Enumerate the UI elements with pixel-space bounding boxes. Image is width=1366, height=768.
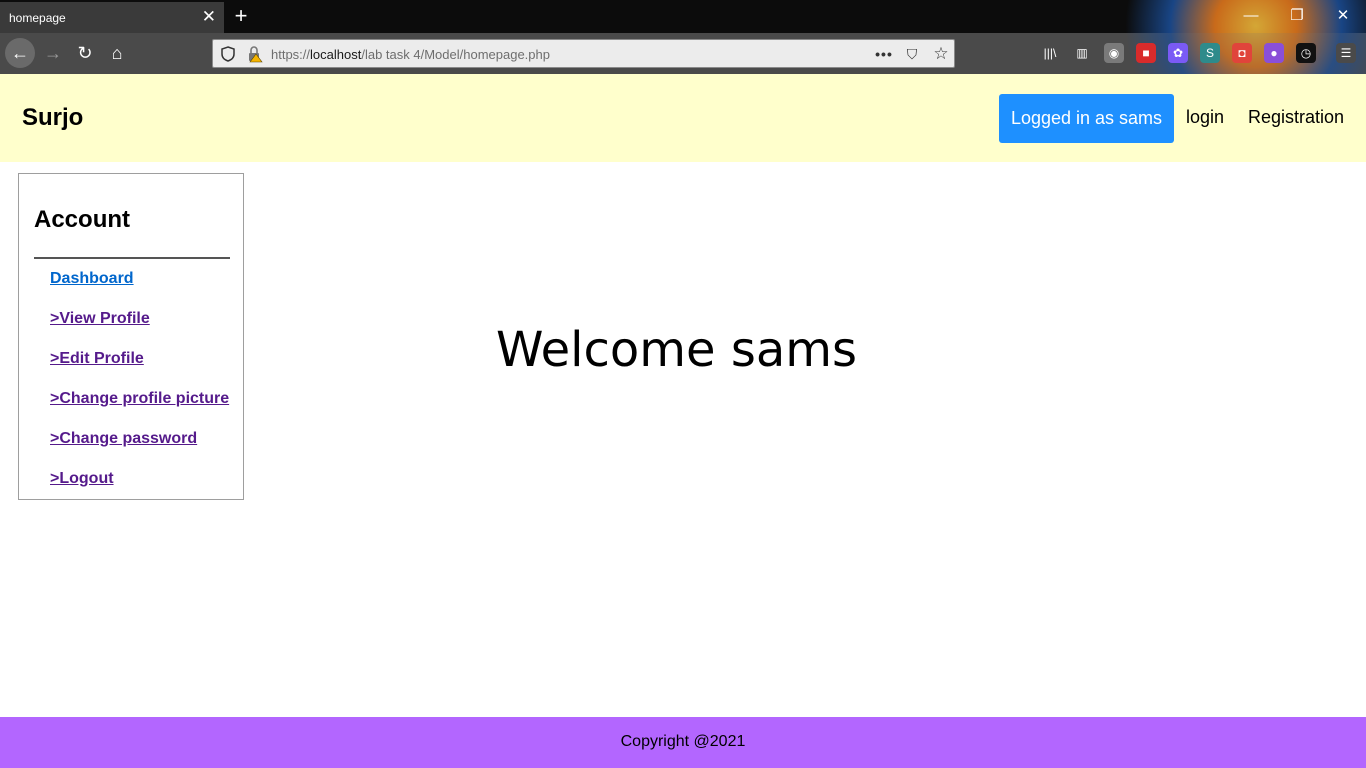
extension-colorful-icon[interactable]: ✿ <box>1168 43 1188 63</box>
copyright-text: Copyright @2021 <box>620 733 746 750</box>
window-minimize-button[interactable]: — <box>1228 4 1274 28</box>
back-button[interactable]: ← <box>5 38 35 68</box>
site-header: Surjo Logged in as sams login Registrati… <box>0 74 1366 162</box>
url-host: localhost <box>310 47 362 62</box>
browser-nav-bar: ← → ↻ ⌂ https://localhost/lab task 4/Mod… <box>0 33 1366 74</box>
address-bar[interactable]: https://localhost/lab task 4/Model/homep… <box>212 39 955 68</box>
url-scheme: https:// <box>271 47 311 62</box>
sidebar-divider <box>34 257 230 259</box>
sidebar-link-change-picture[interactable]: >Change profile picture <box>50 390 229 408</box>
browser-tab[interactable]: homepage ✕ <box>0 2 224 33</box>
forward-button[interactable]: → <box>38 38 68 68</box>
extension-red-icon[interactable]: ■ <box>1136 43 1156 63</box>
account-sidebar: Account Dashboard >View Profile >Edit Pr… <box>18 173 244 500</box>
extension-camera-icon[interactable]: ◘ <box>1232 43 1252 63</box>
new-tab-button[interactable]: + <box>230 2 252 30</box>
tab-close-icon[interactable]: ✕ <box>202 7 216 27</box>
url-path: /lab task 4/Model/homepage.php <box>361 47 550 62</box>
url-text[interactable]: https://localhost/lab task 4/Model/homep… <box>271 47 550 62</box>
window-maximize-button[interactable]: ❐ <box>1274 4 1320 28</box>
sidebar-link-edit-profile[interactable]: >Edit Profile <box>50 350 144 368</box>
extension-purple-icon[interactable]: ● <box>1264 43 1284 63</box>
site-footer: Copyright @2021 <box>0 717 1366 768</box>
page-actions-icon[interactable]: ••• <box>873 44 895 64</box>
sidebar-link-change-password[interactable]: >Change password <box>50 430 197 448</box>
menu-icon[interactable]: ☰ <box>1336 43 1356 63</box>
logged-in-button[interactable]: Logged in as sams <box>999 94 1174 143</box>
sidebar-link-logout[interactable]: >Logout <box>50 470 114 488</box>
welcome-message: Welcome sams <box>496 322 858 378</box>
sidebar-title: Account <box>34 206 130 233</box>
sidebar-icon[interactable]: ▥ <box>1072 43 1092 63</box>
insecure-lock-icon[interactable] <box>247 45 263 63</box>
sidebar-link-view-profile[interactable]: >View Profile <box>50 310 150 328</box>
browser-tab-bar: homepage ✕ + — ❐ ✕ <box>0 0 1366 33</box>
window-close-button[interactable]: ✕ <box>1320 4 1366 28</box>
sidebar-link-dashboard[interactable]: Dashboard <box>50 270 134 288</box>
site-brand: Surjo <box>22 104 84 131</box>
reload-button[interactable]: ↻ <box>70 38 100 68</box>
bookmark-star-icon[interactable]: ☆ <box>930 44 952 64</box>
home-button[interactable]: ⌂ <box>102 38 132 68</box>
tab-title: homepage <box>9 10 66 25</box>
pocket-icon[interactable]: ⛉ <box>901 44 923 64</box>
extension-s-icon[interactable]: S <box>1200 43 1220 63</box>
registration-link[interactable]: Registration <box>1248 107 1344 128</box>
library-icon[interactable]: |||\ <box>1040 43 1060 63</box>
extension-clock-icon[interactable]: ◷ <box>1296 43 1316 63</box>
tracking-shield-icon[interactable] <box>221 46 235 62</box>
login-link[interactable]: login <box>1186 107 1224 128</box>
account-icon[interactable]: ◉ <box>1104 43 1124 63</box>
